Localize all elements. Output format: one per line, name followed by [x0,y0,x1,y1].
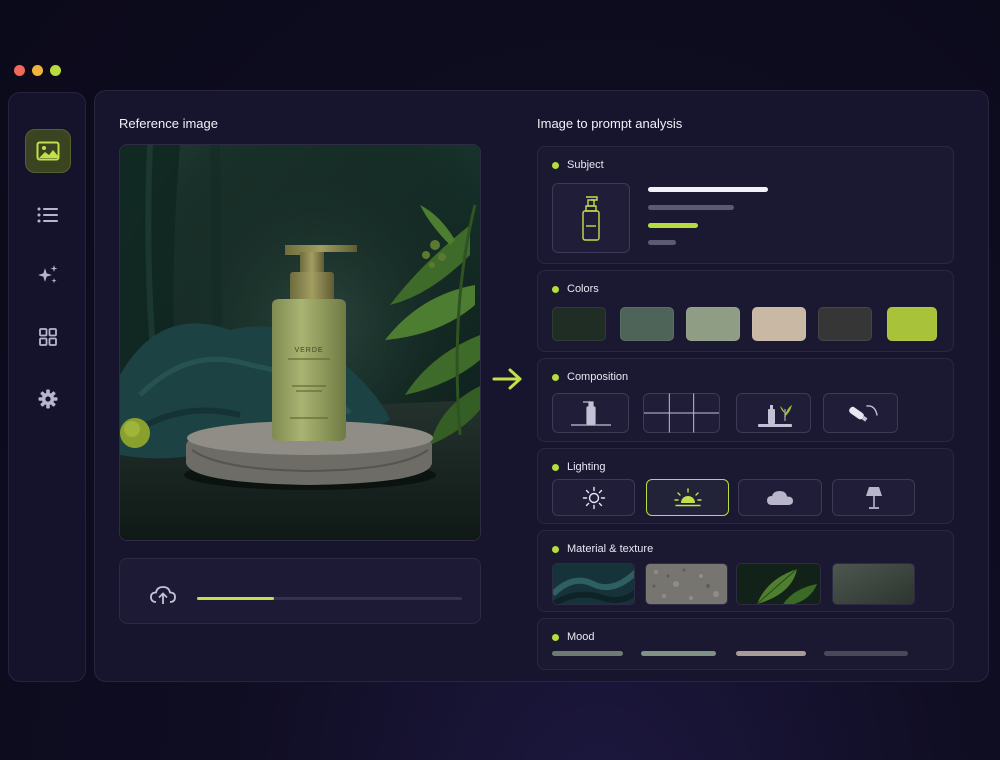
gear-icon [38,389,58,409]
subject-line-3 [648,223,698,228]
material-label: Material & texture [567,543,654,555]
upload-progress-fill [197,597,274,600]
color-swatch[interactable] [887,307,937,341]
lighting-option-cloud[interactable] [738,479,822,516]
subject-line-4 [648,240,676,245]
composition-card: Composition [537,358,954,442]
lighting-dot [552,463,559,471]
mood-card: Mood [537,618,954,670]
mood-bar [736,651,806,656]
bottle-icon [582,196,600,241]
reference-image[interactable]: VERDE [119,144,481,541]
sun-icon [582,486,605,509]
bottle-brand-text: VERDE [294,347,323,354]
reference-image-title: Reference image [119,116,218,131]
cloud-upload-icon[interactable] [149,584,177,606]
sidebar-item-list[interactable] [25,193,71,237]
upload-progress-bar [197,597,462,600]
texture-green-leaves[interactable] [736,563,821,605]
material-dot [552,545,559,553]
subject-thumbnail[interactable] [552,183,630,253]
sidebar-item-image[interactable] [25,129,71,173]
analysis-title: Image to prompt analysis [537,116,683,131]
maximize-window-button[interactable] [50,65,61,76]
composition-option-angled[interactable] [823,393,898,433]
sparkle-icon [38,265,58,284]
image-icon [36,141,60,161]
colors-dot [552,285,559,293]
mood-bar [552,651,623,656]
color-swatch[interactable] [552,307,606,341]
centered-product-icon [570,401,611,426]
colors-card: Colors [537,270,954,352]
material-card: Material & texture [537,530,954,612]
list-icon [37,207,58,223]
sidebar [8,92,86,682]
lamp-icon [865,486,882,509]
subject-dot [552,161,559,169]
mood-label: Mood [567,631,595,643]
lighting-option-lamp[interactable] [832,479,915,516]
lighting-card: Lighting [537,448,954,524]
color-swatch[interactable] [752,307,806,341]
sidebar-item-settings[interactable] [25,377,71,421]
lighting-option-sun[interactable] [552,479,635,516]
lighting-label: Lighting [567,461,606,473]
subject-line-2 [648,205,734,210]
subject-label: Subject [567,159,604,171]
sidebar-item-grid[interactable] [25,315,71,359]
color-swatch[interactable] [686,307,740,341]
composition-option-centered[interactable] [552,393,629,433]
product-photo: VERDE [120,145,480,540]
product-with-plant-icon [757,405,792,427]
lighting-option-sunrise[interactable] [646,479,729,516]
texture-velvet-fabric[interactable] [552,563,635,605]
mood-bar [824,651,908,656]
texture-stone-surface[interactable] [645,563,728,605]
composition-option-thirds[interactable] [643,393,720,433]
composition-option-plant[interactable] [736,393,811,433]
close-window-button[interactable] [14,65,25,76]
sidebar-item-sparkle[interactable] [25,253,71,297]
color-swatch[interactable] [818,307,872,341]
mood-dot [552,633,559,641]
minimize-window-button[interactable] [32,65,43,76]
color-swatch[interactable] [620,307,674,341]
window-controls [14,65,61,76]
cloud-icon [767,490,793,505]
texture-matte-green-plastic[interactable] [832,563,915,605]
subject-line-1 [648,187,768,192]
rule-of-thirds-grid-icon [644,393,719,433]
mood-bar [641,651,716,656]
colors-label: Colors [567,283,599,295]
upload-panel[interactable] [119,558,481,624]
composition-dot [552,373,559,381]
subject-card: Subject [537,146,954,264]
arrow-right-icon [492,368,522,390]
grid-icon [39,328,57,346]
composition-label: Composition [567,371,629,383]
angled-view-icon [848,405,878,422]
sunrise-icon [673,487,702,506]
